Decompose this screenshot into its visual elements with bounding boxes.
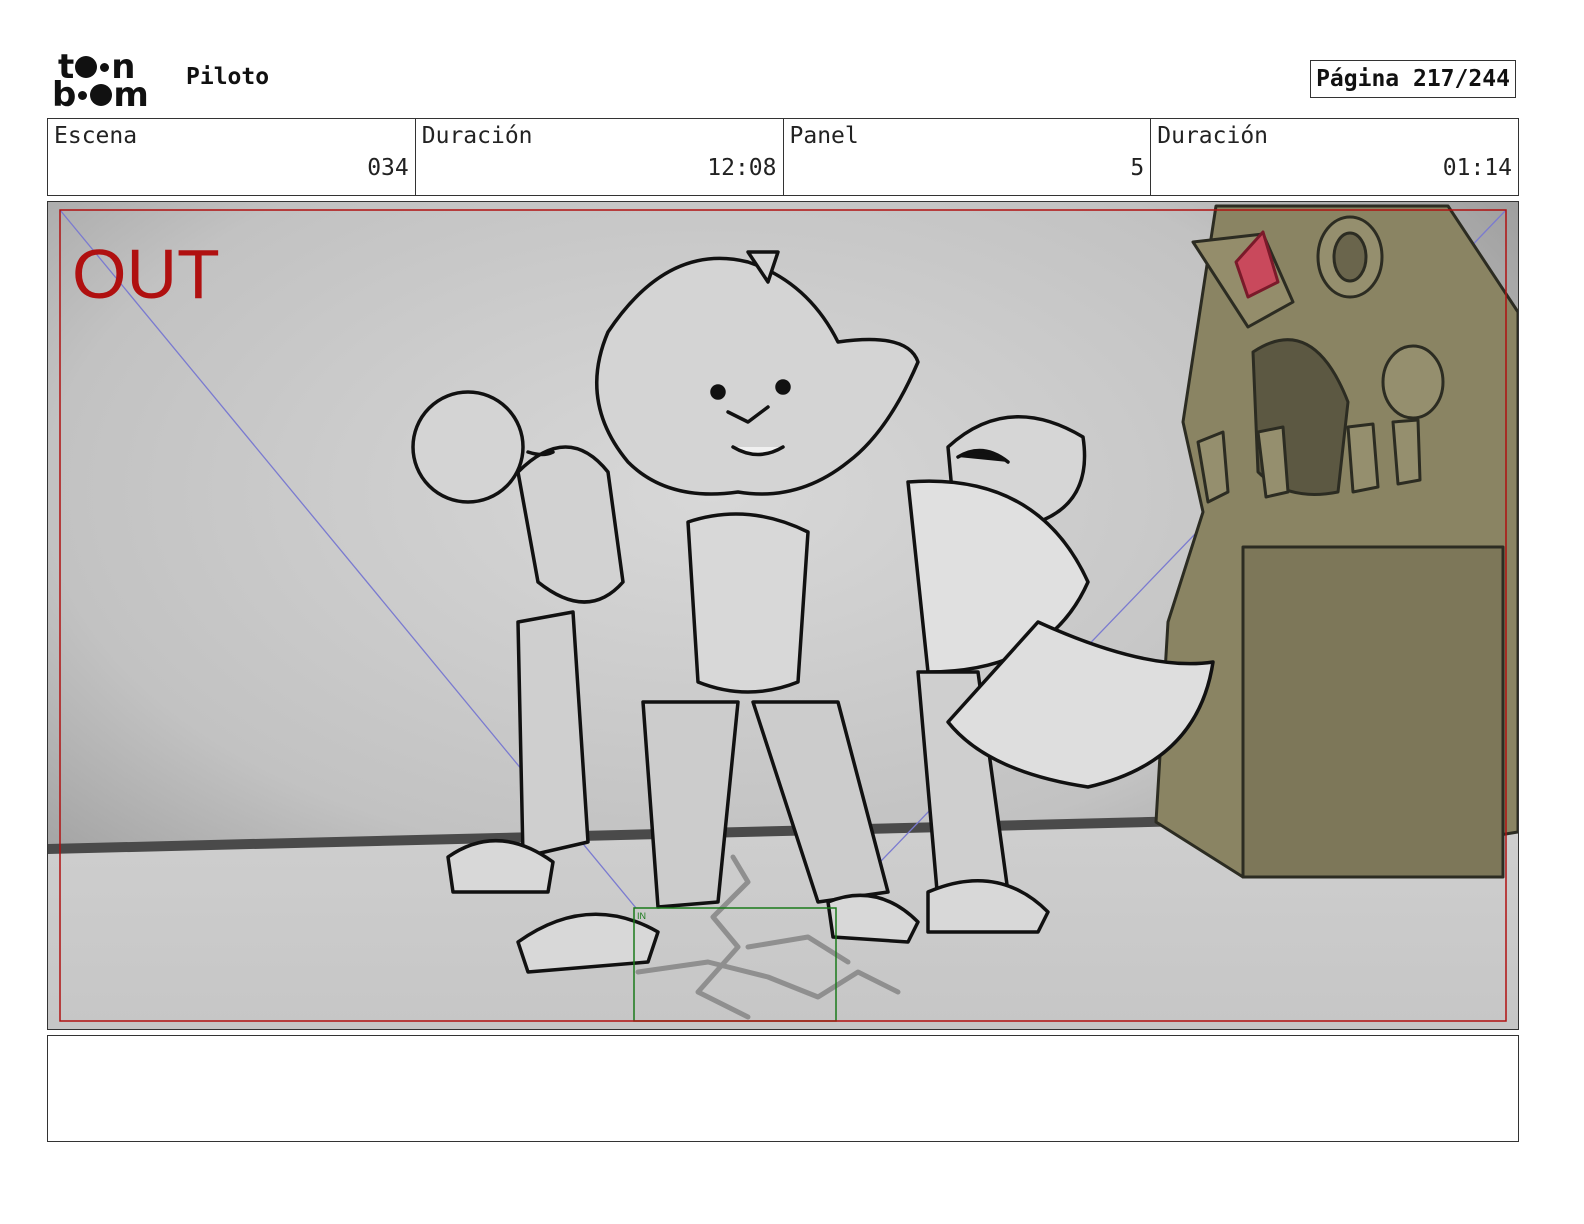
panel-drawing: IN OUT [48, 202, 1518, 1029]
scene-duration-cell: Duración 12:08 [416, 119, 784, 195]
logo-bottom-row: b m [52, 75, 149, 115]
panel-label: Panel [789, 123, 859, 149]
panel-duration-value: 01:14 [1442, 155, 1512, 181]
notes-box [47, 1035, 1519, 1142]
panel-value: 5 [1130, 155, 1145, 181]
in-label: IN [637, 911, 646, 921]
project-title: Piloto [186, 64, 270, 90]
scene-info-table: Escena 034 Duración 12:08 Panel 5 Duraci… [47, 118, 1519, 196]
scene-duration-value: 12:08 [707, 155, 777, 181]
page-number: Página 217/244 [1310, 60, 1516, 98]
scene-duration-label: Duración [421, 123, 533, 149]
toonboom-logo: t n b m [52, 50, 164, 115]
statue [1154, 204, 1518, 879]
out-label: OUT [72, 235, 220, 313]
logo-letter: b [52, 75, 77, 115]
panel-duration-cell: Duración 01:14 [1151, 119, 1518, 195]
logo-dot [78, 90, 88, 100]
storyboard-panel: IN OUT [47, 201, 1519, 1030]
scene-label: Escena [54, 123, 138, 149]
logo-dot [75, 56, 98, 78]
logo-dot [100, 62, 110, 72]
logo-letter: m [113, 75, 149, 115]
scene-cell: Escena 034 [48, 119, 416, 195]
logo-dot [90, 84, 113, 106]
scene-value: 034 [367, 155, 409, 181]
panel-cell: Panel 5 [784, 119, 1152, 195]
panel-duration-label: Duración [1157, 123, 1269, 149]
